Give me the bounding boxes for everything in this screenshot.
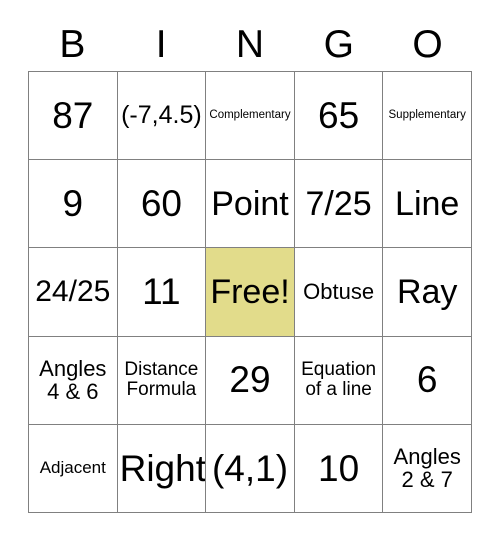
bingo-cell-label: 60 bbox=[140, 183, 182, 224]
bingo-free-space[interactable]: Free! bbox=[206, 248, 295, 337]
bingo-cell-label: Adjacent bbox=[39, 458, 106, 478]
bingo-cell-label: (4,1) bbox=[211, 447, 289, 489]
bingo-cell-label: 10 bbox=[318, 447, 360, 489]
bingo-cell[interactable]: 9 bbox=[29, 160, 118, 249]
header-letter-i: I bbox=[155, 22, 167, 66]
bingo-cell-label: 6 bbox=[416, 359, 438, 401]
bingo-cell-label: 65 bbox=[318, 94, 360, 136]
bingo-cell-label: 87 bbox=[52, 94, 94, 136]
bingo-cell[interactable]: Point bbox=[206, 160, 295, 249]
bingo-cell-label: (-7,4.5) bbox=[121, 101, 202, 130]
bingo-cell-label: Free! bbox=[210, 272, 290, 311]
bingo-cell-label: Angles 2 & 7 bbox=[393, 443, 461, 493]
bingo-cell[interactable]: Complementary bbox=[206, 72, 295, 161]
bingo-cell[interactable]: Obtuse bbox=[294, 248, 384, 337]
bingo-cell[interactable]: Ray bbox=[383, 248, 472, 337]
bingo-cell-label: 11 bbox=[142, 271, 181, 313]
bingo-cell[interactable]: Adjacent bbox=[29, 424, 118, 513]
bingo-card: B I N G O 87 (-7,4.5) Complementary 65 Suppl… bbox=[0, 0, 500, 544]
bingo-cell-label: 7/25 bbox=[305, 184, 372, 223]
bingo-cell-label: Ray bbox=[396, 272, 458, 311]
bingo-cell[interactable]: 29 bbox=[206, 336, 295, 425]
bingo-grid: 87 (-7,4.5) Complementary 65 Supplementary 9 6… bbox=[28, 71, 472, 513]
bingo-cell-label: Angles 4 & 6 bbox=[39, 355, 107, 405]
bingo-cell-label: Point bbox=[211, 184, 289, 223]
bingo-header-row: B I N G O bbox=[28, 18, 472, 70]
bingo-cell[interactable]: 6 bbox=[383, 336, 472, 425]
bingo-cell[interactable]: (4,1) bbox=[206, 424, 295, 513]
bingo-cell-label: Right bbox=[119, 447, 206, 489]
bingo-cell-label: Obtuse bbox=[303, 279, 375, 305]
bingo-cell-label: 9 bbox=[62, 183, 84, 224]
bingo-cell[interactable]: 11 bbox=[117, 248, 207, 337]
bingo-cell[interactable]: Line bbox=[383, 160, 472, 249]
bingo-cell-label: Distance Formula bbox=[124, 358, 199, 401]
bingo-cell[interactable]: 10 bbox=[294, 424, 384, 513]
bingo-cell-label: Supplementary bbox=[388, 109, 466, 122]
bingo-cell[interactable]: Equation of a line bbox=[294, 336, 384, 425]
bingo-cell[interactable]: Angles 4 & 6 bbox=[29, 336, 118, 425]
bingo-cell-label: 29 bbox=[229, 359, 271, 401]
bingo-cell[interactable]: Distance Formula bbox=[117, 336, 207, 425]
header-letter-o: O bbox=[412, 22, 443, 66]
bingo-cell-label: Line bbox=[395, 184, 460, 223]
bingo-cell[interactable]: 87 bbox=[29, 72, 118, 161]
bingo-cell[interactable]: Supplementary bbox=[383, 72, 472, 161]
header-letter-n: N bbox=[235, 22, 265, 66]
bingo-cell[interactable]: Angles 2 & 7 bbox=[383, 424, 472, 513]
bingo-cell[interactable]: 24/25 bbox=[29, 248, 118, 337]
header-letter-g: G bbox=[323, 22, 354, 66]
bingo-cell[interactable]: Right bbox=[117, 424, 207, 513]
bingo-cell[interactable]: 7/25 bbox=[294, 160, 384, 249]
bingo-cell-label: Equation of a line bbox=[301, 358, 377, 401]
bingo-cell[interactable]: 60 bbox=[117, 160, 207, 249]
bingo-cell-label: 24/25 bbox=[35, 274, 111, 308]
header-letter-b: B bbox=[59, 22, 86, 66]
bingo-cell-label: Complementary bbox=[209, 109, 291, 122]
bingo-cell[interactable]: (-7,4.5) bbox=[117, 72, 207, 161]
bingo-cell[interactable]: 65 bbox=[294, 72, 384, 161]
